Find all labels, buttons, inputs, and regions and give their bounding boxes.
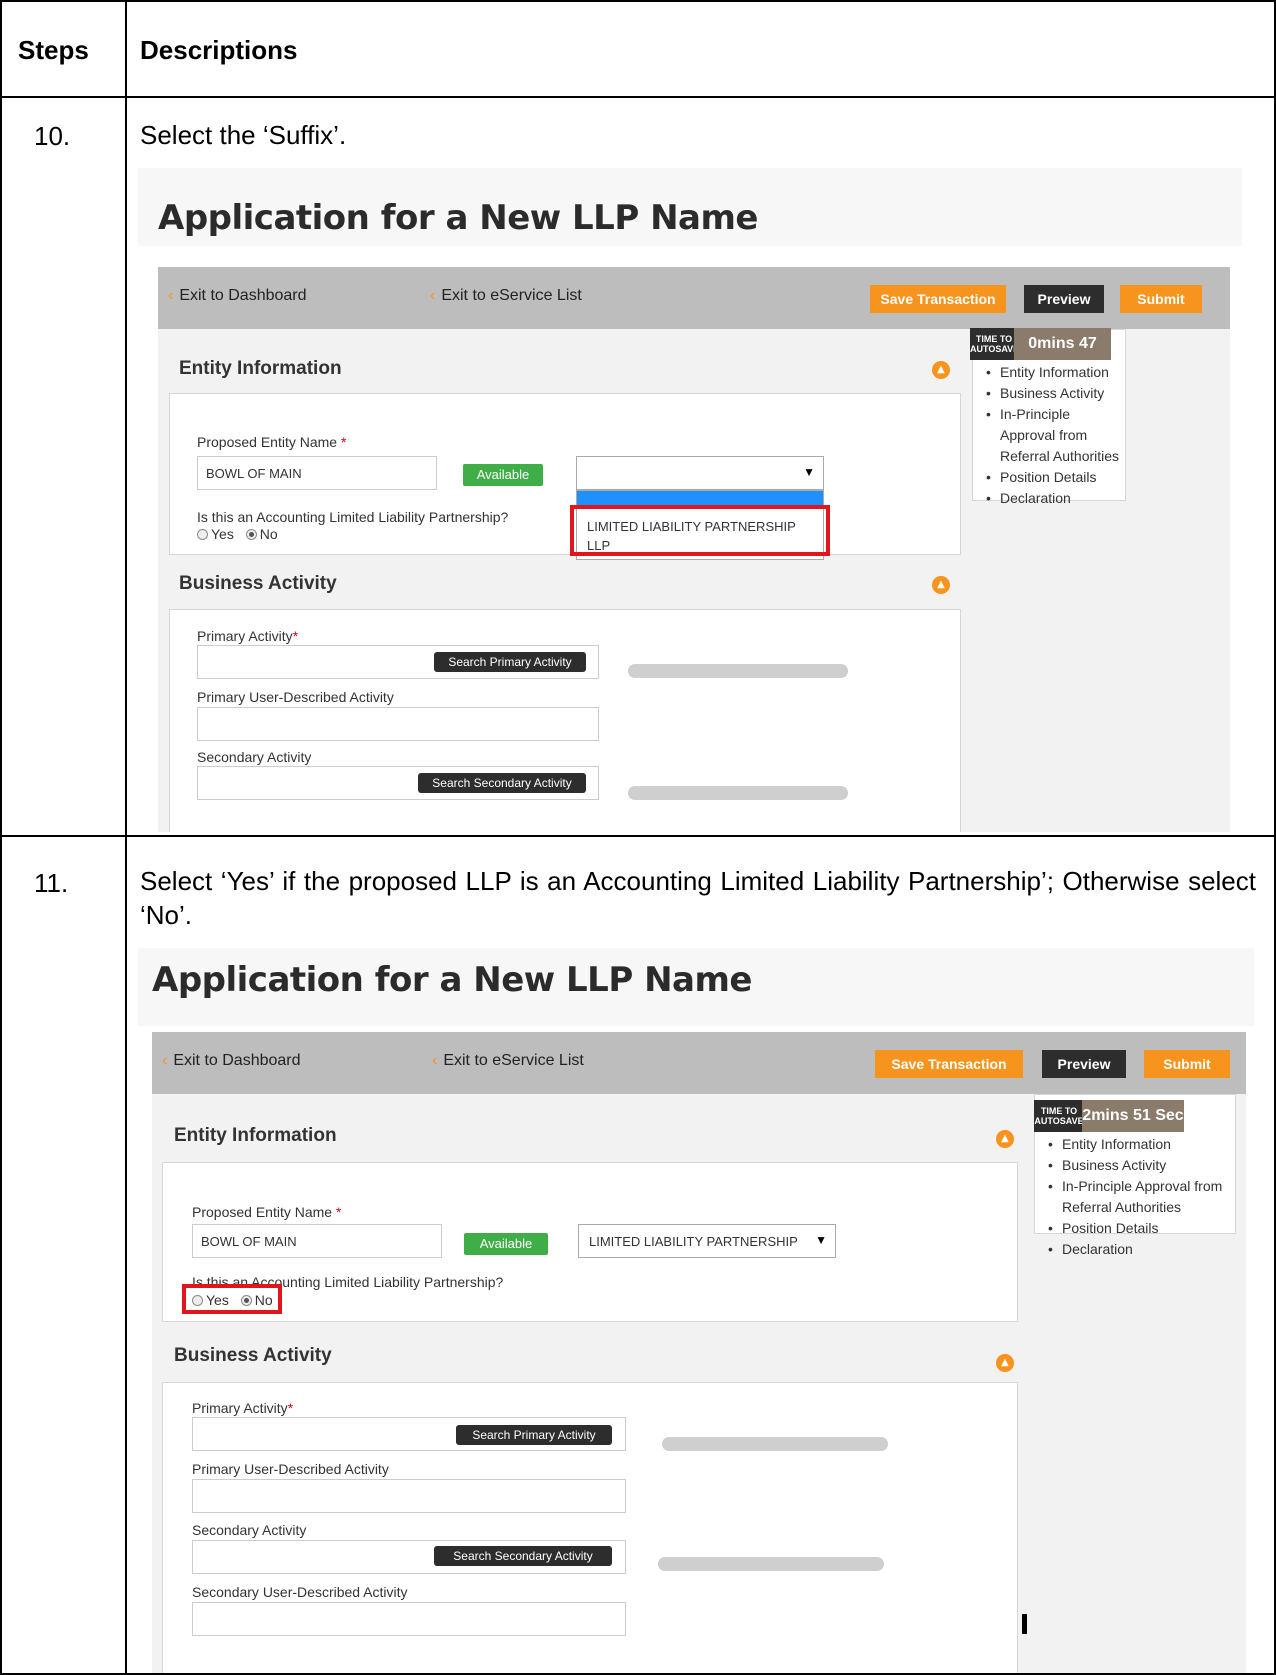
exit-eservice-link[interactable]: ‹ Exit to eService List [432, 1052, 584, 1070]
nav-business-activity[interactable]: Business Activity [1034, 1155, 1236, 1176]
step-number-11: 11. [34, 868, 69, 898]
header-divider [0, 96, 1276, 98]
nav-position-details[interactable]: Position Details [1034, 1218, 1236, 1239]
placeholder-bar [658, 1557, 884, 1571]
exit-eservice-link[interactable]: ‹ Exit to eService List [430, 287, 582, 305]
step-number-10: 10. [34, 121, 71, 151]
autosave-timer: 0mins 47 Sec [1014, 328, 1111, 384]
chevron-left-icon: ‹ [432, 1052, 438, 1069]
primary-user-described-input[interactable] [192, 1479, 626, 1513]
nav-declaration[interactable]: Declaration [1034, 1239, 1236, 1260]
suffix-select[interactable]: LIMITED LIABILITY PARTNERSHIP ▼ [578, 1224, 836, 1258]
nav-entity-information[interactable]: Entity Information [1034, 1134, 1236, 1155]
placeholder-bar [628, 664, 848, 678]
screenshot-step-11: Application for a New LLP Name ‹ Exit to … [138, 948, 1254, 1673]
primary-activity-label: Primary Activity* [192, 1400, 294, 1416]
exit-dashboard-link[interactable]: ‹ Exit to Dashboard [162, 1052, 301, 1070]
nav-in-principle-approval[interactable]: In-Principle Approval from Referral Auth… [1034, 1176, 1236, 1218]
autosave-tag: TIME TO AUTOSAVE [1034, 1100, 1084, 1132]
preview-button[interactable]: Preview [1024, 285, 1104, 313]
chevron-up-icon[interactable]: ▲ [996, 1130, 1014, 1148]
secondary-activity-label: Secondary Activity [192, 1522, 307, 1538]
primary-user-described-label: Primary User-Described Activity [197, 689, 394, 705]
nav-business-activity[interactable]: Business Activity [972, 383, 1126, 404]
highlight-box [570, 505, 830, 556]
search-primary-activity-button[interactable]: Search Primary Activity [434, 652, 586, 672]
placeholder-bar [662, 1437, 888, 1451]
no-radio[interactable] [245, 529, 257, 540]
chevron-left-icon: ‹ [162, 1052, 168, 1069]
scroll-marker [1022, 1614, 1027, 1634]
chevron-down-icon: ▼ [803, 465, 815, 479]
secondary-user-described-input[interactable] [192, 1602, 626, 1636]
step-description-10: Select the ‘Suffix’. [140, 120, 347, 150]
entity-name-input[interactable]: BOWL OF MAIN [197, 456, 437, 490]
nav-entity-information[interactable]: Entity Information [972, 362, 1126, 383]
suffix-select[interactable]: ▼ [576, 456, 824, 490]
action-bar: ‹ Exit to Dashboard ‹ Exit to eService Lis… [152, 1032, 1246, 1094]
save-transaction-button[interactable]: Save Transaction [875, 1050, 1023, 1078]
chevron-left-icon: ‹ [430, 287, 436, 304]
screenshot-step-10: Application for a New LLP Name ‹ Exit to … [138, 168, 1242, 832]
chevron-up-icon[interactable]: ▲ [996, 1354, 1014, 1372]
row-divider [0, 835, 1276, 837]
nav-declaration[interactable]: Declaration [972, 488, 1126, 509]
primary-user-described-label: Primary User-Described Activity [192, 1461, 389, 1477]
entity-information-heading: Entity Information [174, 1125, 337, 1146]
nav-position-details[interactable]: Position Details [972, 467, 1126, 488]
dropdown-highlight [577, 491, 823, 505]
section-nav-list: Entity Information Business Activity In-… [972, 362, 1126, 509]
section-nav-list: Entity Information Business Activity In-… [1034, 1134, 1236, 1260]
entity-information-heading: Entity Information [179, 358, 342, 379]
accounting-llp-question: Is this an Accounting Limited Liability … [197, 509, 509, 525]
step-description-11: Select ‘Yes’ if the proposed LLP is an A… [140, 866, 1256, 930]
chevron-left-icon: ‹ [168, 287, 174, 304]
exit-dashboard-link[interactable]: ‹ Exit to Dashboard [168, 287, 307, 305]
submit-button[interactable]: Submit [1144, 1050, 1230, 1078]
entity-name-input[interactable]: BOWL OF MAIN [192, 1224, 442, 1258]
preview-button[interactable]: Preview [1042, 1050, 1126, 1078]
search-secondary-activity-button[interactable]: Search Secondary Activity [434, 1546, 612, 1566]
save-transaction-button[interactable]: Save Transaction [870, 285, 1006, 313]
chevron-down-icon: ▼ [815, 1233, 827, 1247]
search-secondary-activity-button[interactable]: Search Secondary Activity [418, 773, 586, 793]
chevron-up-icon[interactable]: ▲ [932, 361, 950, 379]
available-badge: Available [464, 1233, 548, 1255]
nav-in-principle-approval[interactable]: In-Principle Approval from Referral Auth… [972, 404, 1126, 467]
accounting-llp-radio-group: Yes No [197, 526, 278, 542]
proposed-entity-name-label: Proposed Entity Name * [192, 1204, 342, 1220]
page-title: Application for a New LLP Name [158, 198, 758, 238]
primary-activity-label: Primary Activity* [197, 628, 299, 644]
business-activity-heading: Business Activity [174, 1345, 332, 1366]
header-descriptions: Descriptions [140, 35, 298, 65]
highlight-box [182, 1284, 282, 1314]
proposed-entity-name-label: Proposed Entity Name * [197, 434, 347, 450]
business-activity-heading: Business Activity [179, 573, 337, 594]
submit-button[interactable]: Submit [1120, 285, 1202, 313]
autosave-timer: 2mins 51 Sec [1082, 1100, 1184, 1132]
action-bar: ‹ Exit to Dashboard ‹ Exit to eService Lis… [158, 267, 1230, 329]
chevron-up-icon[interactable]: ▲ [932, 576, 950, 594]
yes-radio[interactable] [197, 529, 208, 540]
available-badge: Available [463, 464, 543, 486]
placeholder-bar [628, 786, 848, 800]
autosave-tag: TIME TO AUTOSAVE [970, 328, 1019, 360]
secondary-activity-label: Secondary Activity [197, 749, 312, 765]
header-steps: Steps [18, 35, 89, 65]
primary-user-described-input[interactable] [197, 707, 599, 741]
secondary-user-described-label: Secondary User-Described Activity [192, 1584, 408, 1600]
search-primary-activity-button[interactable]: Search Primary Activity [456, 1425, 612, 1445]
page-title: Application for a New LLP Name [152, 960, 752, 1000]
column-divider [125, 0, 127, 1675]
